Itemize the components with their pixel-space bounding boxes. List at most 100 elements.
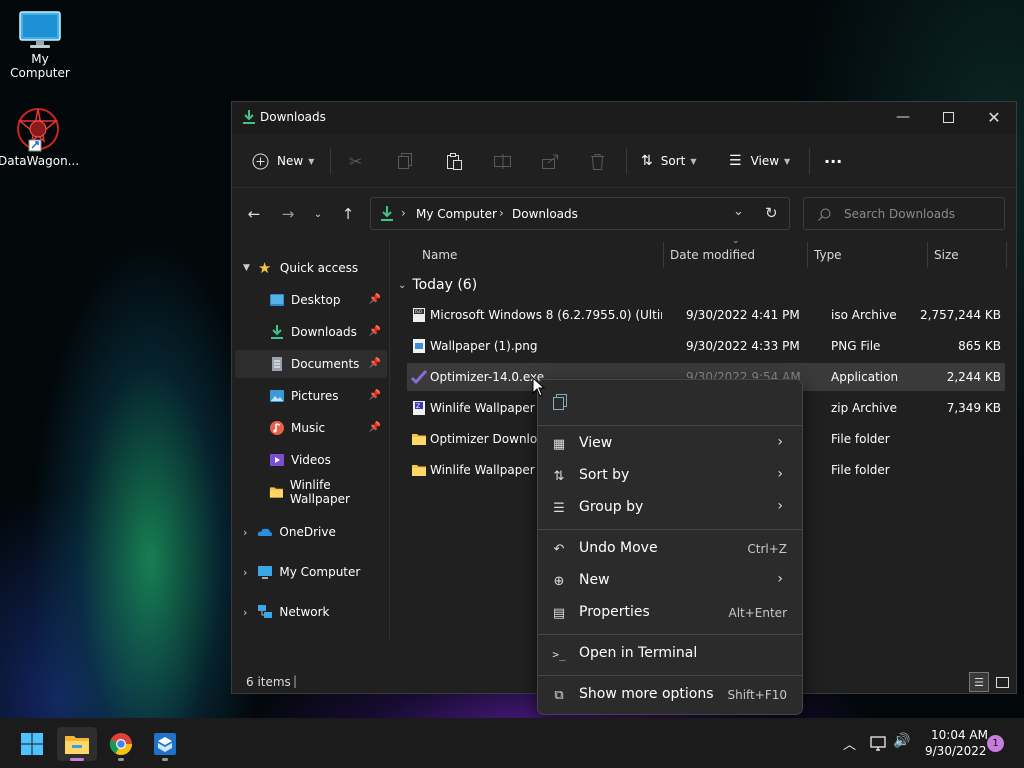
menu-shortcut: Alt+Enter xyxy=(728,606,787,620)
menu-item-undo-move[interactable]: ↶ Undo Move Ctrl+Z xyxy=(543,534,797,564)
taskbar: ︿ 🔊 10:04 AM 9/30/2022 1 xyxy=(0,718,1024,768)
address-bar[interactable]: › My Computer › Downloads ⌄ ↻ xyxy=(370,197,790,230)
nav-item-winlife-wallpaper[interactable]: Winlife Wallpaper xyxy=(235,478,387,506)
sort-button[interactable]: ⇅ Sort ▼ xyxy=(641,146,697,176)
documents-icon xyxy=(272,357,282,371)
menu-separator xyxy=(538,529,802,530)
back-button[interactable]: ← xyxy=(242,202,266,226)
file-size: 865 KB xyxy=(958,339,1001,353)
context-menu: ▦ View › ⇅ Sort by › ☰ Group by › ↶ Undo… xyxy=(537,379,803,715)
nav-item-pictures[interactable]: Pictures 📌 xyxy=(235,382,387,410)
refresh-icon[interactable]: ↻ xyxy=(765,204,778,222)
share-button[interactable] xyxy=(542,146,559,176)
clock-date[interactable]: 9/30/2022 xyxy=(925,744,987,758)
group-header-today[interactable]: ⌄ Today (6) xyxy=(398,277,477,293)
column-header-name[interactable]: Name xyxy=(422,240,457,270)
pin-icon: 📌 xyxy=(368,422,381,433)
title-bar[interactable]: Downloads — ✕ xyxy=(232,102,1016,134)
menu-item-sort-by[interactable]: ⇅ Sort by › xyxy=(543,461,797,491)
desktop-icon-my-computer[interactable]: My Computer xyxy=(0,10,80,80)
nav-label: Winlife Wallpaper xyxy=(289,478,350,506)
table-row[interactable]: ISO Microsoft Windows 8 (6.2.7955.0) (Ul… xyxy=(407,301,1005,329)
downloads-icon xyxy=(271,325,283,339)
nav-network[interactable]: › Network xyxy=(235,598,387,626)
taskbar-chrome[interactable] xyxy=(101,727,141,761)
volume-icon[interactable]: 🔊 xyxy=(893,733,910,749)
taskbar-file-explorer[interactable] xyxy=(57,727,97,761)
column-divider[interactable] xyxy=(807,242,808,268)
column-divider[interactable] xyxy=(1006,242,1007,268)
nav-item-downloads[interactable]: Downloads 📌 xyxy=(235,318,387,346)
arrow-right-icon: → xyxy=(281,205,295,223)
maximize-icon xyxy=(942,111,954,123)
nav-onedrive[interactable]: › OneDrive xyxy=(235,518,387,546)
close-button[interactable]: ✕ xyxy=(971,102,1017,132)
nav-item-documents[interactable]: Documents 📌 xyxy=(235,350,387,378)
clock-time[interactable]: 10:04 AM xyxy=(931,728,988,742)
breadcrumb-downloads[interactable]: Downloads xyxy=(512,207,578,221)
column-header-type[interactable]: Type xyxy=(814,240,842,270)
copy-button[interactable] xyxy=(398,146,412,176)
show-hidden-icons-chevron-icon[interactable]: ︿ xyxy=(843,734,856,753)
menu-item-show-more-options[interactable]: ⧉ Show more options Shift+F10 xyxy=(543,680,797,710)
new-button[interactable]: New ▼ xyxy=(252,146,314,176)
arrow-up-icon: ↑ xyxy=(341,205,355,223)
recent-locations-button[interactable]: ⌄ xyxy=(306,202,330,226)
chevron-right-icon: › xyxy=(777,466,783,482)
tiles-view-button[interactable] xyxy=(992,672,1012,692)
menu-item-new[interactable]: ⊕ New › xyxy=(543,566,797,596)
paste-button[interactable] xyxy=(446,146,462,176)
maximize-button[interactable] xyxy=(925,102,971,132)
network-tray-icon[interactable] xyxy=(869,735,887,751)
minimize-button[interactable]: — xyxy=(880,102,926,132)
file-explorer-icon xyxy=(65,736,89,754)
menu-item-properties[interactable]: ▤ Properties Alt+Enter xyxy=(543,598,797,628)
svg-text:ISO: ISO xyxy=(415,309,422,314)
menu-label: Undo Move xyxy=(579,540,658,556)
forward-button[interactable]: → xyxy=(276,202,300,226)
nav-label: Desktop xyxy=(291,293,341,307)
details-view-icon: ☰ xyxy=(974,675,984,689)
view-button[interactable]: ☰ View ▼ xyxy=(729,146,790,176)
nav-label: Documents xyxy=(291,357,360,371)
address-row: ← → ⌄ ↑ › My Computer › Downloads ⌄ ↻ Se… xyxy=(232,188,1016,240)
nav-my-computer[interactable]: › My Computer xyxy=(235,558,387,586)
more-options-button[interactable]: ... xyxy=(824,142,842,172)
nav-item-desktop[interactable]: Desktop 📌 xyxy=(235,286,387,314)
desktop-icon-label: DataWagon... xyxy=(0,154,80,168)
details-view-button[interactable]: ☰ xyxy=(969,672,989,692)
copy-icon xyxy=(553,394,567,410)
trash-icon xyxy=(591,153,604,170)
breadcrumb-my-computer[interactable]: My Computer xyxy=(416,207,497,221)
nav-item-videos[interactable]: Videos xyxy=(235,446,387,474)
folder-icon xyxy=(269,487,283,498)
taskbar-app[interactable] xyxy=(145,727,185,761)
up-button[interactable]: ↑ xyxy=(336,202,360,226)
cut-button[interactable]: ✂ xyxy=(349,146,362,176)
more-horizontal-icon: ... xyxy=(824,147,843,167)
menu-item-view[interactable]: ▦ View › xyxy=(543,429,797,459)
rename-button[interactable] xyxy=(494,146,511,176)
column-divider[interactable] xyxy=(663,242,664,268)
address-dropdown-icon[interactable]: ⌄ xyxy=(733,204,744,219)
pin-icon: 📌 xyxy=(368,358,381,369)
view-grid-icon: ▦ xyxy=(552,436,566,452)
delete-button[interactable] xyxy=(590,146,605,176)
column-header-date[interactable]: Date modified xyxy=(670,240,755,270)
start-button[interactable] xyxy=(12,727,52,761)
search-input[interactable]: Search Downloads xyxy=(803,197,1005,230)
file-type: PNG File xyxy=(831,339,881,353)
desktop-icon-datawagon[interactable]: DataWagon... xyxy=(0,106,80,168)
menu-item-open-in-terminal[interactable]: >_ Open in Terminal xyxy=(543,639,797,669)
new-label: New xyxy=(277,154,304,168)
separator xyxy=(330,148,331,174)
copy-quick-action[interactable] xyxy=(550,392,570,412)
nav-item-music[interactable]: Music 📌 xyxy=(235,414,387,442)
menu-item-group-by[interactable]: ☰ Group by › xyxy=(543,493,797,523)
pin-icon: 📌 xyxy=(368,390,381,401)
table-row[interactable]: Wallpaper (1).png 9/30/2022 4:33 PM PNG … xyxy=(407,332,1005,360)
column-divider[interactable] xyxy=(927,242,928,268)
notification-badge[interactable]: 1 xyxy=(987,735,1004,752)
column-header-size[interactable]: Size xyxy=(934,240,959,270)
nav-quick-access[interactable]: ▼ ★ Quick access xyxy=(235,254,387,282)
